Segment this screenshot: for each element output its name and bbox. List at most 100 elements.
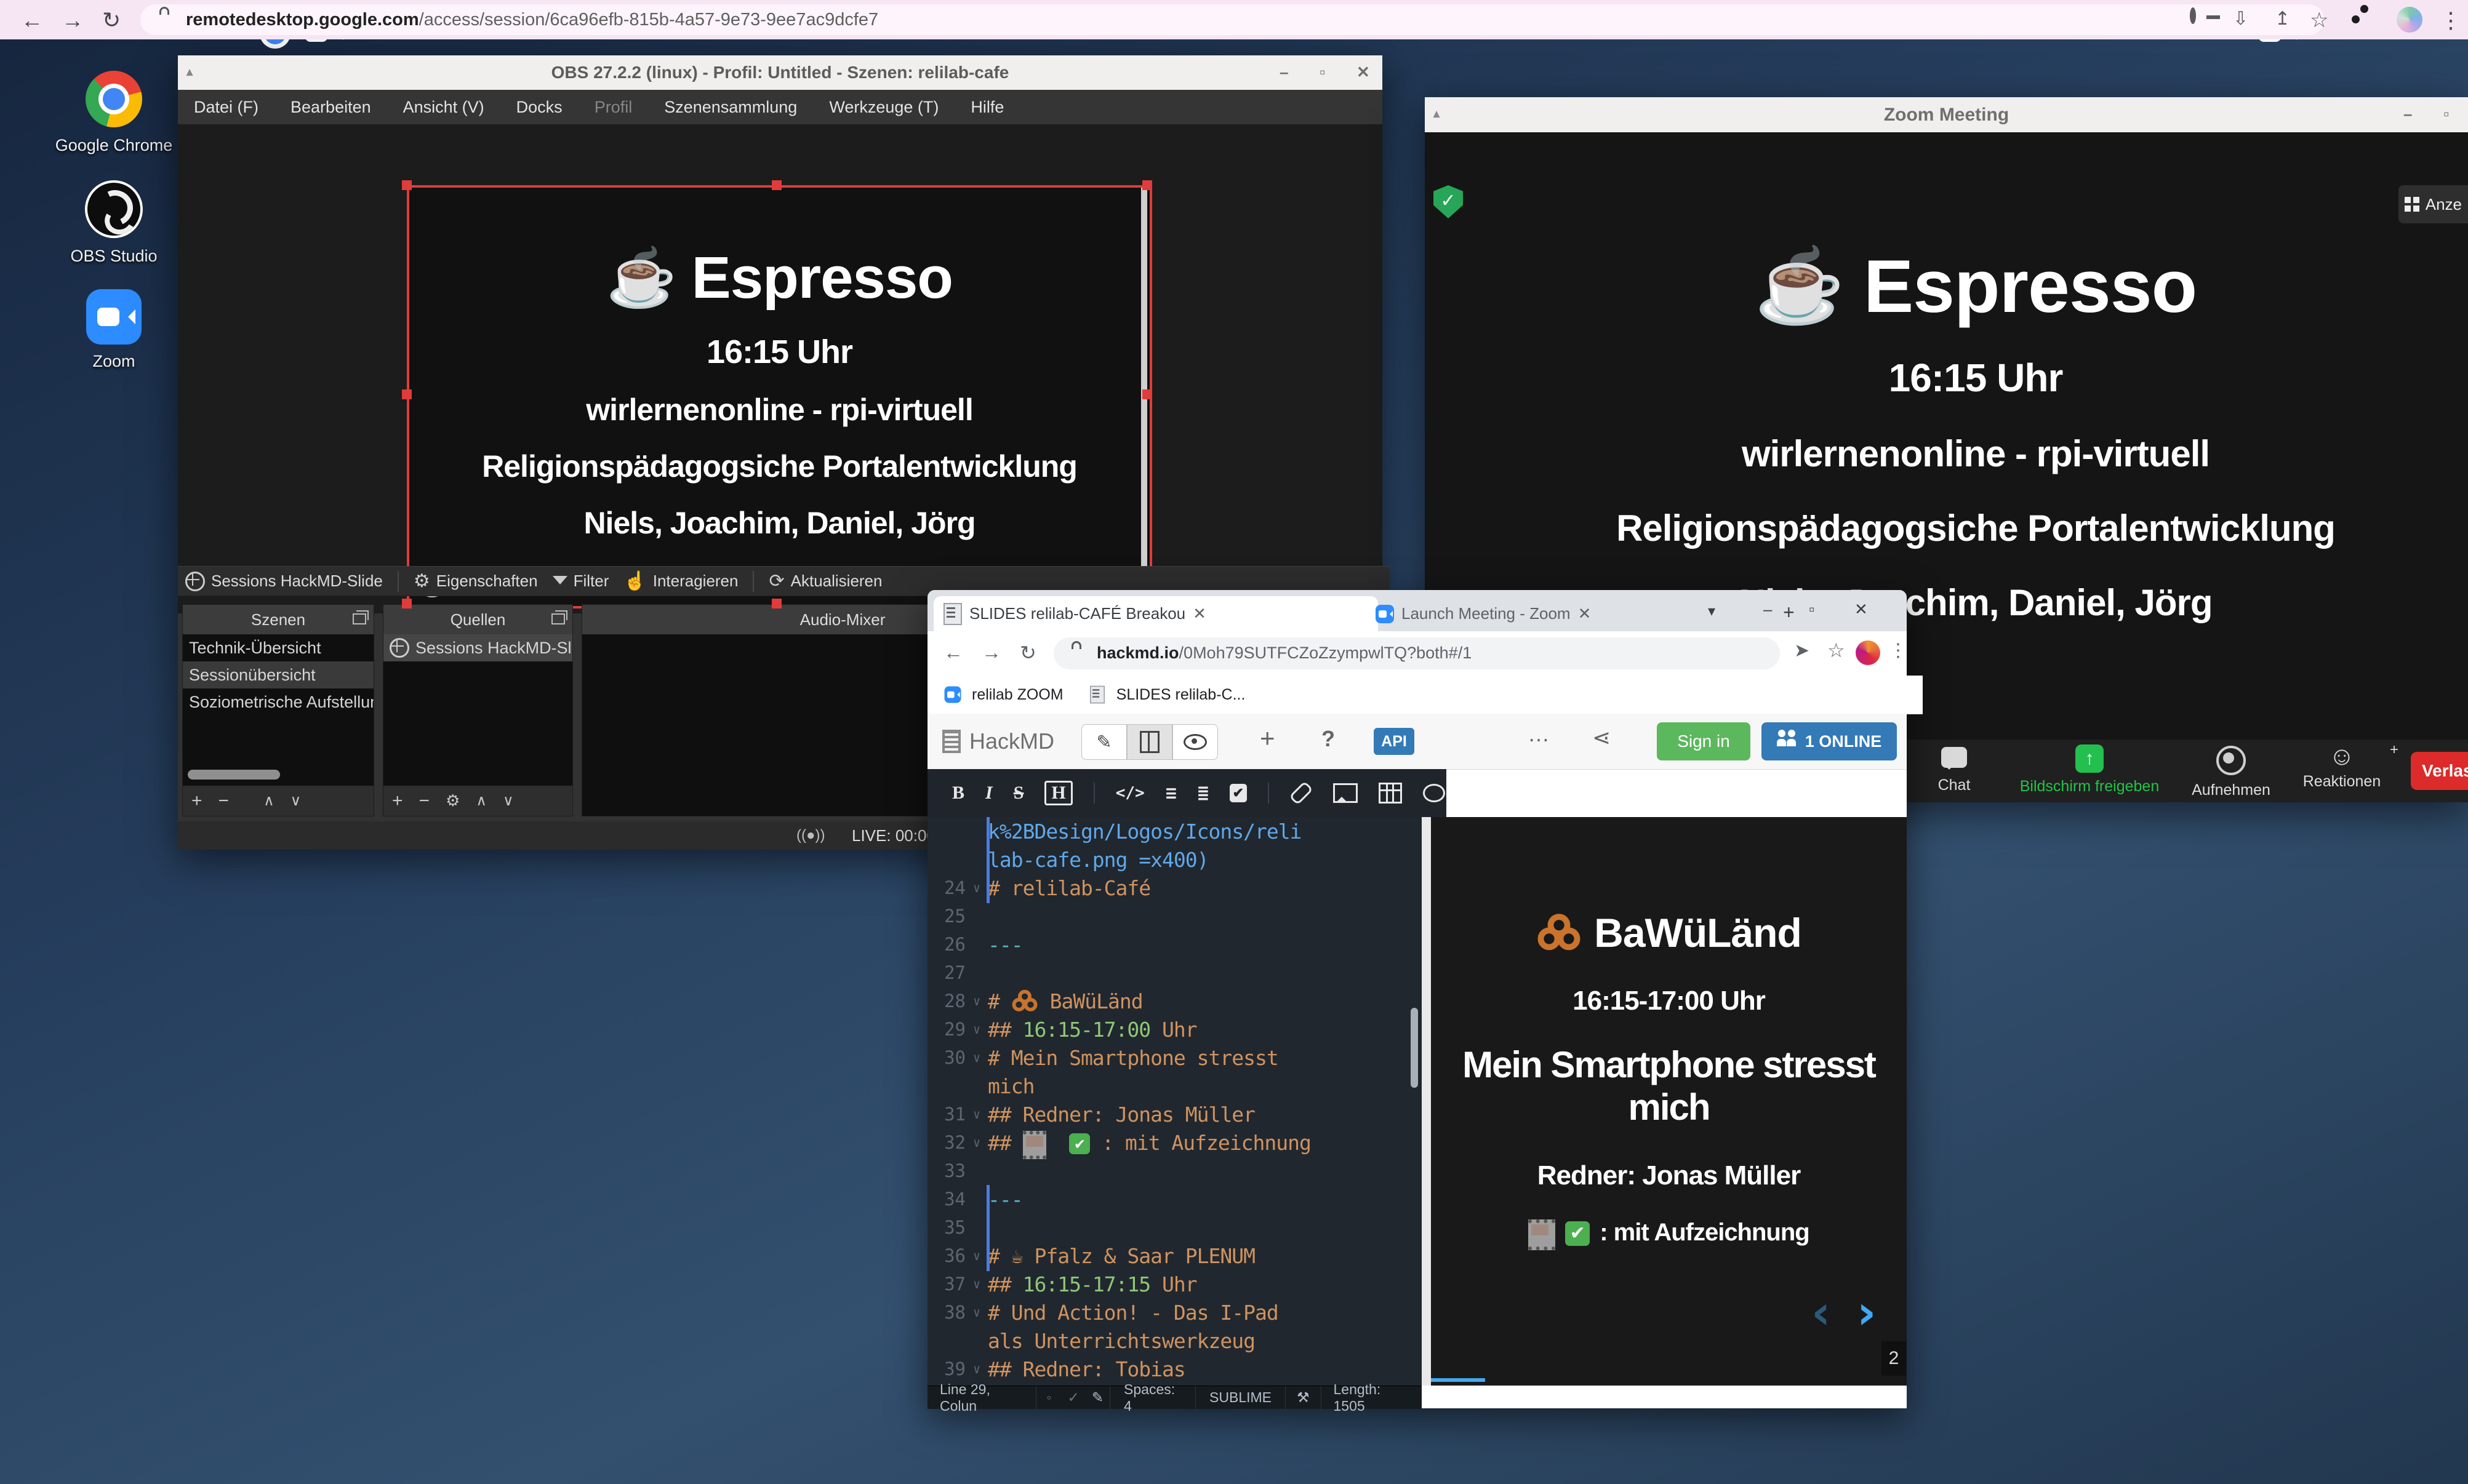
desktop-icon-chrome[interactable]: Google Chrome: [34, 71, 194, 155]
edit-mode-button[interactable]: ✎: [1081, 724, 1127, 760]
bookmark-star-icon[interactable]: ☆: [2310, 8, 2328, 33]
check-icon[interactable]: ✓: [1062, 1389, 1086, 1406]
minimize-icon[interactable]: –: [1280, 63, 1288, 82]
help-icon[interactable]: ?: [1321, 726, 1335, 752]
send-icon[interactable]: ➤: [1794, 640, 1809, 661]
move-up-icon[interactable]: ∧: [476, 792, 487, 810]
table-icon[interactable]: [1379, 783, 1402, 804]
desktop-icon-zoom[interactable]: Zoom: [34, 289, 194, 371]
close-icon[interactable]: ✕: [1356, 63, 1370, 82]
pin-icon[interactable]: ◦: [1036, 1389, 1061, 1406]
fold-icon[interactable]: ∨: [966, 880, 988, 895]
next-slide-icon[interactable]: ›: [1857, 1285, 1876, 1339]
maximize-icon[interactable]: ▫: [1320, 63, 1325, 82]
resize-handle[interactable]: [402, 180, 412, 190]
sign-in-button[interactable]: Sign in: [1657, 722, 1750, 760]
interact-button[interactable]: ☝Interagieren: [623, 570, 738, 592]
resize-handle[interactable]: [772, 599, 782, 608]
heading-button[interactable]: H: [1044, 781, 1072, 805]
share-alt-icon[interactable]: ⋖: [1592, 725, 1611, 751]
fold-icon[interactable]: ∨: [966, 1135, 988, 1150]
desktop-icon-obs[interactable]: OBS Studio: [34, 180, 194, 266]
tab-close-icon[interactable]: ✕: [1193, 604, 1206, 623]
tab-hackmd[interactable]: SLIDES relilab-CAFÉ Breakou ✕: [934, 596, 1378, 631]
add-icon[interactable]: +: [191, 791, 202, 812]
obs-titlebar[interactable]: ▴ OBS 27.2.2 (linux) - Profil: Untitled …: [178, 55, 1382, 90]
hackmd-logo[interactable]: HackMD: [942, 728, 1054, 754]
scene-item[interactable]: Technik-Übersicht: [183, 634, 374, 661]
indent-setting[interactable]: Spaces: 4: [1110, 1381, 1195, 1414]
maximize-icon[interactable]: ▫: [1809, 600, 1814, 619]
reload-icon[interactable]: ↻: [102, 7, 121, 33]
popout-icon[interactable]: [353, 613, 366, 624]
minimize-icon[interactable]: –: [2403, 105, 2412, 124]
scene-item[interactable]: Soziometrische Aufstellun: [183, 688, 374, 716]
more-options-icon[interactable]: …: [1528, 721, 1551, 747]
link-icon[interactable]: [1289, 781, 1313, 805]
resize-handle[interactable]: [402, 389, 412, 399]
profile-avatar[interactable]: [1856, 640, 1880, 665]
menu-werkzeuge[interactable]: Werkzeuge (T): [813, 98, 955, 117]
checkbox-icon[interactable]: ✔: [1230, 784, 1247, 802]
zoom-titlebar[interactable]: ▴ Zoom Meeting – ▫: [1425, 97, 2468, 132]
image-icon[interactable]: [1333, 783, 1358, 803]
menu-dots-icon[interactable]: ⋮: [1889, 640, 1907, 661]
share-icon[interactable]: ↥: [2275, 8, 2290, 30]
fold-icon[interactable]: ∨: [966, 1050, 988, 1065]
wrench-icon[interactable]: ⚒: [1286, 1389, 1321, 1406]
menu-dots-icon[interactable]: ⋮: [2440, 7, 2462, 33]
leave-button[interactable]: Verlas: [2411, 752, 2468, 790]
bookmark-item[interactable]: relilab ZOOM: [972, 686, 1064, 704]
properties-button[interactable]: ⚙Eigenschaften: [414, 570, 538, 592]
install-icon[interactable]: ⇩: [2233, 8, 2248, 30]
resize-handle[interactable]: [1142, 180, 1152, 190]
bookmark-star-icon[interactable]: ☆: [1827, 639, 1845, 662]
preview-mode-button[interactable]: [1172, 724, 1218, 760]
tab-close-icon[interactable]: ✕: [1578, 604, 1592, 623]
view-button[interactable]: Anze: [2398, 185, 2468, 223]
back-icon[interactable]: ←: [944, 641, 963, 664]
forward-icon[interactable]: →: [982, 641, 1001, 664]
markdown-editor[interactable]: k%2BDesign/Logos/Icons/reli lab-cafe.png…: [928, 817, 1422, 1386]
reload-icon[interactable]: ↻: [1020, 641, 1036, 664]
scene-item[interactable]: Sessionübersicht: [183, 661, 374, 688]
bold-button[interactable]: B: [952, 783, 964, 804]
prev-slide-icon[interactable]: ‹: [1811, 1285, 1830, 1339]
security-shield-icon[interactable]: ✓: [1433, 185, 1463, 218]
vertical-scrollbar[interactable]: [1411, 1008, 1418, 1088]
comment-icon[interactable]: [1423, 784, 1445, 802]
bullet-list-icon[interactable]: ≡: [1166, 783, 1177, 804]
gear-icon[interactable]: ⚙: [446, 791, 460, 810]
record-button[interactable]: Aufnehmen: [2182, 746, 2280, 799]
profile-avatar[interactable]: [2397, 7, 2422, 33]
share-screen-button[interactable]: ↑ Bildschirm freigeben: [2009, 744, 2170, 796]
back-icon[interactable]: ←: [21, 7, 43, 33]
fold-icon[interactable]: ∨: [966, 1305, 988, 1320]
menu-hilfe[interactable]: Hilfe: [955, 98, 1020, 117]
online-button[interactable]: 1 ONLINE: [1761, 722, 1897, 760]
keymap-setting[interactable]: SUBLIME: [1196, 1389, 1285, 1406]
forward-icon[interactable]: →: [62, 7, 84, 33]
horizontal-scrollbar[interactable]: [188, 770, 280, 780]
move-down-icon[interactable]: ∨: [503, 792, 514, 810]
italic-button[interactable]: I: [985, 783, 993, 804]
source-item[interactable]: Sessions HackMD-Slid: [383, 634, 572, 661]
slide-preview-pane[interactable]: BaWüLänd 16:15-17:00 Uhr Mein Smartphone…: [1431, 817, 1907, 1386]
menu-szenensammlung[interactable]: Szenensammlung: [648, 98, 813, 117]
move-down-icon[interactable]: ∨: [290, 792, 302, 810]
scenes-dock-header[interactable]: Szenen: [183, 605, 374, 634]
refresh-button[interactable]: ⟳Aktualisieren: [769, 570, 882, 592]
add-icon[interactable]: +: [392, 791, 403, 812]
remove-icon[interactable]: −: [218, 791, 230, 812]
menu-docks[interactable]: Docks: [500, 98, 579, 117]
close-icon[interactable]: ✕: [1854, 600, 1868, 619]
resize-handle[interactable]: [1142, 389, 1152, 399]
menu-ansicht[interactable]: Ansicht (V): [387, 98, 500, 117]
pane-splitter[interactable]: [1422, 817, 1431, 1386]
new-tab-icon[interactable]: +: [1783, 601, 1795, 624]
numbered-list-icon[interactable]: ≣: [1198, 783, 1209, 804]
obs-preview-canvas[interactable]: ☕ Espresso 16:15 Uhr wirlernenonline - r…: [178, 124, 1382, 613]
bookmark-item[interactable]: SLIDES relilab-C...: [1116, 686, 1246, 704]
sources-dock-header[interactable]: Quellen: [383, 605, 572, 634]
code-button[interactable]: </>: [1116, 784, 1145, 802]
